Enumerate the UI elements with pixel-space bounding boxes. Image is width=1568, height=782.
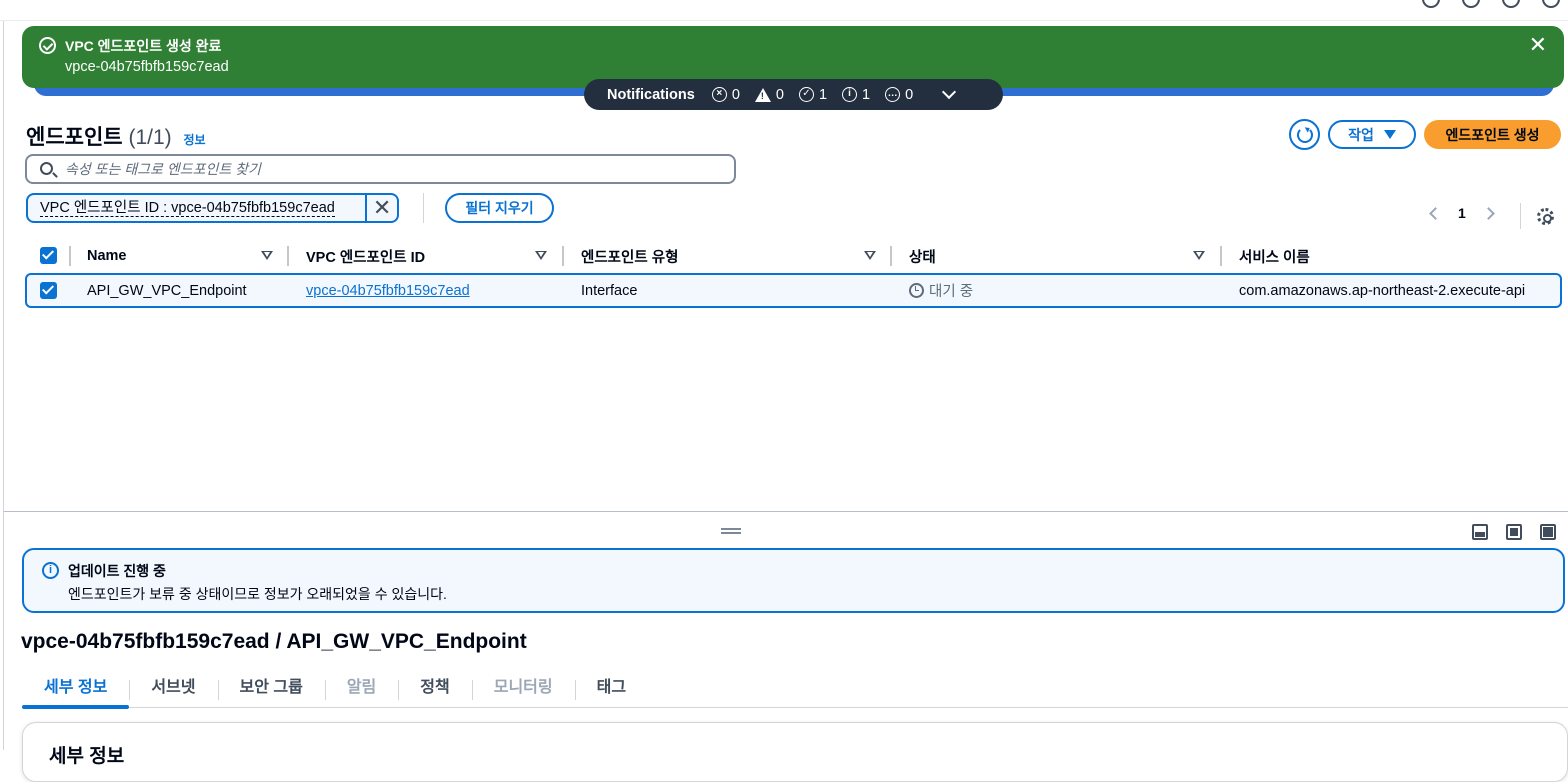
column-divider[interactable] <box>287 246 289 266</box>
table-header: Name VPC 엔드포인트 ID 엔드포인트 유형 상태 서비스 이름 <box>26 240 1568 272</box>
chevron-down-icon[interactable] <box>942 84 957 99</box>
column-divider <box>69 246 71 266</box>
column-header-name[interactable]: Name <box>87 240 127 272</box>
search-icon <box>40 162 53 175</box>
column-divider[interactable] <box>562 246 564 266</box>
tab-details[interactable]: 세부 정보 <box>22 674 130 709</box>
caret-down-icon <box>1383 130 1396 139</box>
info-count: i1 <box>842 87 870 103</box>
sort-icon[interactable] <box>261 251 273 260</box>
tab-policy[interactable]: 정책 <box>398 674 471 708</box>
search-box[interactable] <box>25 154 736 184</box>
actions-button[interactable]: 작업 <box>1328 120 1416 149</box>
alert-body: 엔드포인트가 보류 중 상태이므로 정보가 오래되었을 수 있습니다. <box>68 586 447 602</box>
in-progress-count: … 0 <box>885 87 913 103</box>
panel-full-icon[interactable] <box>1540 524 1556 540</box>
remove-filter-icon[interactable]: ✕ <box>367 195 397 221</box>
tab-tags[interactable]: 태그 <box>574 674 648 708</box>
cell-status: 대기 중 <box>909 275 973 306</box>
filter-divider <box>423 193 424 223</box>
help-icon[interactable] <box>1422 0 1440 8</box>
column-divider[interactable] <box>890 246 892 266</box>
previous-page-icon[interactable] <box>1429 206 1442 220</box>
flash-subtitle: vpce-04b75fbfb159c7ead <box>65 59 229 75</box>
user-icon[interactable] <box>1542 0 1560 8</box>
column-header-endpoint-type[interactable]: 엔드포인트 유형 <box>581 240 678 272</box>
info-icon: i <box>42 562 59 579</box>
column-header-service-name[interactable]: 서비스 이름 <box>1239 240 1310 272</box>
top-navigation-bar <box>0 0 1568 21</box>
notifications-bar[interactable]: Notifications ×0 0 ✓1 i1 …0 <box>584 79 1003 110</box>
info-icon: i <box>842 87 858 102</box>
refresh-button[interactable] <box>1289 119 1320 150</box>
current-page[interactable]: 1 <box>1458 205 1466 221</box>
actions-label: 작업 <box>1348 126 1374 143</box>
in-progress-icon: … <box>885 87 901 102</box>
flash-title: VPC 엔드포인트 생성 완료 <box>65 38 222 54</box>
success-check-icon <box>39 37 56 54</box>
select-all-checkbox[interactable] <box>40 247 57 264</box>
create-endpoint-button[interactable]: 엔드포인트 생성 <box>1424 120 1561 149</box>
panel-side-icon[interactable] <box>1506 524 1522 540</box>
success-count: ✓ 1 <box>798 87 827 103</box>
sign-out-icon[interactable] <box>1502 0 1520 8</box>
filter-token-label[interactable]: VPC 엔드포인트 ID : vpce-04b75fbfb159c7ead <box>28 195 368 221</box>
pagination: 1 <box>1429 205 1495 221</box>
split-panel: i 업데이트 진행 중 엔드포인트가 보류 중 상태이므로 정보가 오래되었을 … <box>4 511 1568 782</box>
row-checkbox[interactable] <box>40 282 57 299</box>
search-input[interactable] <box>63 159 723 179</box>
detail-tabs: 세부 정보 서브넷 보안 그룹 알림 정책 모니터링 태그 <box>22 674 1568 709</box>
next-page-icon[interactable] <box>1481 206 1495 220</box>
gear-icon[interactable] <box>1537 208 1554 225</box>
card-title: 세부 정보 <box>49 746 125 767</box>
cell-name: API_GW_VPC_Endpoint <box>87 282 247 299</box>
panel-bottom-icon[interactable] <box>1472 524 1488 540</box>
tab-notifications: 알림 <box>324 674 398 708</box>
table-row[interactable]: API_GW_VPC_Endpoint vpce-04b75fbfb159c7e… <box>25 273 1562 308</box>
alert-title: 업데이트 진행 중 <box>68 563 166 579</box>
sort-icon[interactable] <box>864 251 876 260</box>
success-icon: ✓ <box>798 87 814 102</box>
filter-token: VPC 엔드포인트 ID : vpce-04b75fbfb159c7ead ✕ <box>26 193 399 223</box>
detail-title: vpce-04b75fbfb159c7ead / API_GW_VPC_Endp… <box>21 630 527 653</box>
column-header-endpoint-id[interactable]: VPC 엔드포인트 ID <box>306 240 425 272</box>
warning-count: 0 <box>754 87 784 103</box>
warning-icon <box>754 87 771 102</box>
pagination-divider <box>1520 203 1521 229</box>
panel-position-icons <box>1472 524 1556 540</box>
details-card: 세부 정보 <box>22 722 1568 782</box>
settings-icon[interactable] <box>1462 0 1480 8</box>
column-header-status[interactable]: 상태 <box>909 240 936 272</box>
status-text: 대기 중 <box>929 284 974 300</box>
cell-service-name: com.amazonaws.ap-northeast-2.execute-api <box>1239 282 1526 299</box>
cell-endpoint-id-link[interactable]: vpce-04b75fbfb159c7ead <box>306 275 470 306</box>
selection-count: (1/1) <box>128 126 172 149</box>
top-nav-icons <box>1422 0 1560 8</box>
sort-icon[interactable] <box>535 251 547 260</box>
page-title-text: 엔드포인트 <box>26 126 123 149</box>
tab-subnets[interactable]: 서브넷 <box>129 674 217 708</box>
clock-icon <box>909 283 924 298</box>
clear-filters-button[interactable]: 필터 지우기 <box>445 193 554 223</box>
sort-icon[interactable] <box>1193 251 1205 260</box>
close-icon[interactable]: ✕ <box>1529 34 1547 56</box>
page-title: 엔드포인트 (1/1) 정보 <box>26 121 206 151</box>
column-divider[interactable] <box>1220 246 1222 266</box>
info-link[interactable]: 정보 <box>183 133 205 147</box>
tab-monitoring: 모니터링 <box>471 674 575 708</box>
resize-handle-icon[interactable] <box>721 528 741 534</box>
cell-endpoint-type: Interface <box>581 282 638 299</box>
error-icon: × <box>711 87 727 102</box>
notifications-title: Notifications <box>607 86 695 103</box>
error-count: × 0 <box>711 87 740 103</box>
tab-security-groups[interactable]: 보안 그룹 <box>217 674 325 708</box>
info-alert: i 업데이트 진행 중 엔드포인트가 보류 중 상태이므로 정보가 오래되었을 … <box>22 548 1565 613</box>
